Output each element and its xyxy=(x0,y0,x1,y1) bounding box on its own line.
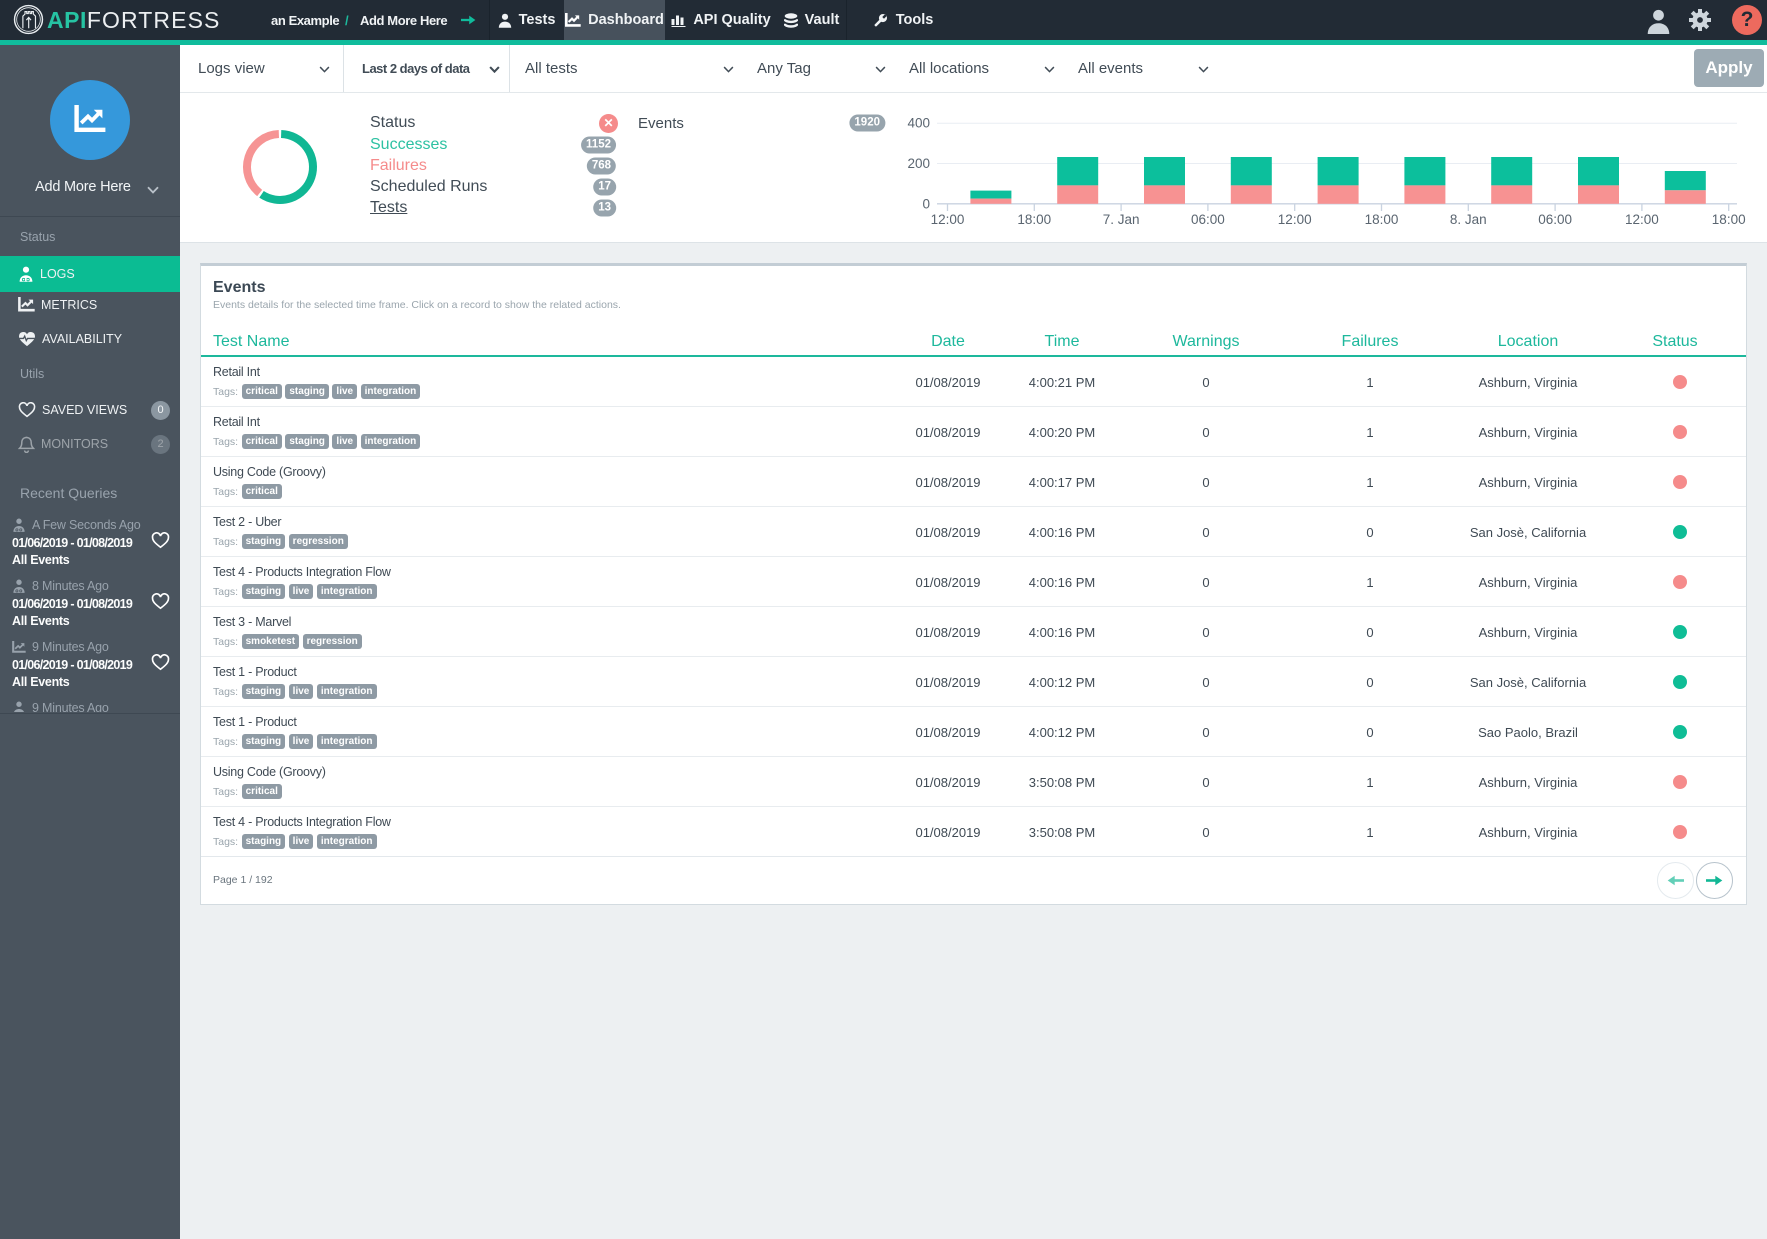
svg-text:12:00: 12:00 xyxy=(931,212,965,227)
svg-text:12:00: 12:00 xyxy=(1625,212,1659,227)
svg-text:12:00: 12:00 xyxy=(1278,212,1312,227)
svg-text:400: 400 xyxy=(907,116,930,131)
svg-text:0: 0 xyxy=(922,196,930,211)
svg-text:06:00: 06:00 xyxy=(1538,212,1572,227)
svg-text:06:00: 06:00 xyxy=(1191,212,1225,227)
svg-text:18:00: 18:00 xyxy=(1712,212,1746,227)
svg-text:18:00: 18:00 xyxy=(1017,212,1051,227)
svg-text:18:00: 18:00 xyxy=(1365,212,1399,227)
svg-text:7. Jan: 7. Jan xyxy=(1103,212,1140,227)
svg-text:200: 200 xyxy=(907,156,930,171)
svg-text:8. Jan: 8. Jan xyxy=(1450,212,1487,227)
